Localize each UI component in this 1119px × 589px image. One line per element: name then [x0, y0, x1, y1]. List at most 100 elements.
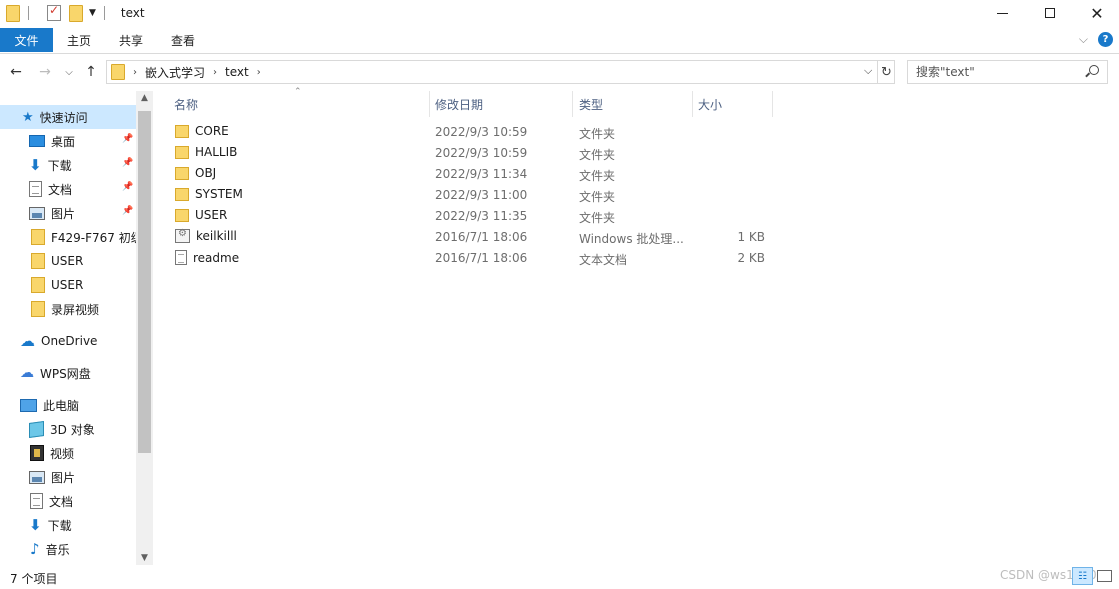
column-header-label: 类型	[579, 97, 604, 112]
maximize-button[interactable]	[1027, 0, 1073, 26]
chevron-right-icon[interactable]: ›	[133, 67, 137, 78]
address-bar[interactable]: › 嵌入式学习 › text › ⌵ ↻	[106, 60, 895, 84]
navigation-bar: ← → ⌵ ↑ › 嵌入式学习 › text › ⌵ ↻	[0, 58, 1119, 86]
text-file-icon	[175, 250, 187, 265]
sidebar-item-f429-folder[interactable]: F429-F767 初级	[0, 225, 143, 249]
new-folder-icon[interactable]	[69, 4, 83, 22]
file-modified: 2022/9/3 11:35	[435, 209, 528, 223]
column-header-label: 大小	[698, 97, 723, 112]
sidebar-item-pictures-pc[interactable]: 图片	[0, 465, 75, 489]
help-icon[interactable]: ?	[1098, 32, 1113, 47]
breadcrumb-item[interactable]: text	[225, 65, 249, 79]
sidebar-item-onedrive[interactable]: ☁ OneDrive	[0, 329, 97, 353]
sidebar-item-label: 图片	[51, 206, 76, 221]
details-view-button[interactable]: ☷	[1072, 567, 1093, 585]
folder-icon	[6, 4, 20, 22]
minimize-button[interactable]	[979, 0, 1025, 26]
sidebar-item-label: USER	[51, 278, 84, 292]
up-button[interactable]: ↑	[81, 61, 101, 83]
file-row[interactable]: USER 2022/9/3 11:35 文件夹	[164, 206, 784, 227]
sidebar-item-this-pc[interactable]: 此电脑	[0, 393, 79, 417]
picture-icon	[29, 470, 45, 484]
properties-icon[interactable]	[47, 3, 61, 21]
sidebar-item-pictures[interactable]: 图片	[0, 201, 75, 225]
sidebar-item-wps-cloud[interactable]: ☁ WPS网盘	[0, 361, 91, 385]
customize-toolbar-chevron-icon[interactable]: ▼	[89, 8, 96, 18]
scrollbar-thumb[interactable]	[138, 111, 151, 453]
search-input[interactable]	[916, 65, 1076, 79]
sidebar-item-user-folder[interactable]: USER	[0, 273, 83, 297]
file-row[interactable]: HALLIB 2022/9/3 10:59 文件夹	[164, 143, 784, 164]
tab-file[interactable]: 文件	[0, 28, 53, 52]
sidebar-item-label: 快速访问	[39, 110, 88, 125]
sidebar-item-screen-recordings[interactable]: 录屏视频	[0, 297, 99, 321]
sidebar-item-user-folder[interactable]: USER	[0, 249, 83, 273]
file-type: 文件夹	[579, 169, 616, 183]
folder-icon	[31, 229, 45, 245]
column-header-size[interactable]: 大小	[698, 91, 773, 117]
sidebar-item-label: 图片	[51, 470, 76, 485]
desktop-icon	[29, 135, 45, 147]
column-divider[interactable]	[772, 91, 773, 117]
file-row[interactable]: CORE 2022/9/3 10:59 文件夹	[164, 122, 784, 143]
large-icons-view-button[interactable]	[1097, 570, 1112, 582]
scroll-up-icon[interactable]: ▲	[136, 93, 153, 103]
folder-icon	[175, 145, 189, 159]
file-modified: 2022/9/3 11:00	[435, 188, 528, 202]
sidebar-item-videos[interactable]: 视频	[0, 441, 74, 465]
chevron-right-icon[interactable]: ›	[213, 67, 217, 78]
column-divider[interactable]	[429, 91, 430, 117]
forward-button[interactable]: →	[35, 61, 55, 83]
refresh-button[interactable]: ↻	[877, 61, 895, 83]
toolbar-divider	[28, 6, 29, 20]
toolbar-divider	[103, 6, 105, 20]
column-header-modified[interactable]: 修改日期	[435, 91, 573, 117]
close-button[interactable]: ✕	[1074, 0, 1119, 26]
recent-locations-button[interactable]: ⌵	[62, 61, 76, 83]
sidebar-item-documents[interactable]: 文档	[0, 177, 72, 201]
batch-file-icon	[175, 228, 190, 243]
sidebar-item-documents-pc[interactable]: 文档	[0, 489, 73, 513]
computer-icon	[20, 398, 37, 412]
sidebar-item-quick-access[interactable]: ★ 快速访问	[0, 105, 136, 129]
ribbon-divider	[0, 53, 1119, 54]
file-name: SYSTEM	[195, 187, 243, 201]
file-type: 文件夹	[579, 127, 616, 141]
sidebar-item-music[interactable]: ♪ 音乐	[0, 537, 70, 561]
scroll-down-icon[interactable]: ▼	[136, 553, 153, 563]
sort-ascending-icon: ⌃	[294, 87, 302, 97]
chevron-right-icon[interactable]: ›	[257, 67, 261, 78]
window-title: text	[120, 6, 145, 20]
folder-icon	[31, 277, 45, 293]
file-row[interactable]: readme 2016/7/1 18:06 文本文档 2 KB	[164, 248, 784, 269]
column-header-type[interactable]: 类型	[579, 91, 693, 117]
sidebar-item-downloads[interactable]: ⬇ 下载	[0, 153, 72, 177]
file-row[interactable]: OBJ 2022/9/3 11:34 文件夹	[164, 164, 784, 185]
video-icon	[30, 445, 44, 461]
sidebar-item-3d-objects[interactable]: 3D 对象	[0, 417, 95, 441]
column-divider[interactable]	[572, 91, 573, 117]
tab-view[interactable]: 查看	[157, 28, 209, 52]
file-row[interactable]: SYSTEM 2022/9/3 11:00 文件夹	[164, 185, 784, 206]
column-header-name[interactable]: 名称	[174, 91, 430, 117]
tab-home[interactable]: 主页	[53, 28, 105, 52]
back-button[interactable]: ←	[6, 61, 26, 83]
sidebar-scrollbar[interactable]: ▲ ▼	[136, 91, 153, 565]
file-list: 名称 ⌃ 修改日期 类型 大小 CORE 2022/9/3 10:59 文件夹 …	[164, 87, 1114, 565]
ribbon-tabs: 文件 主页 共享 查看 ⌵ ?	[0, 28, 1119, 52]
music-icon: ♪	[30, 540, 40, 558]
column-divider[interactable]	[692, 91, 693, 117]
breadcrumb-item[interactable]: 嵌入式学习	[145, 64, 205, 81]
expand-ribbon-chevron-icon[interactable]: ⌵	[1079, 32, 1088, 47]
address-history-chevron-icon[interactable]: ⌵	[864, 64, 872, 78]
folder-icon	[31, 253, 45, 269]
sidebar-item-label: 下载	[47, 518, 72, 533]
search-box[interactable]	[907, 60, 1108, 84]
picture-icon	[29, 206, 45, 220]
sidebar-item-desktop[interactable]: 桌面	[0, 129, 75, 153]
search-icon[interactable]	[1089, 65, 1099, 75]
sidebar-item-downloads-pc[interactable]: ⬇ 下载	[0, 513, 72, 537]
tab-share[interactable]: 共享	[105, 28, 157, 52]
download-icon: ⬇	[29, 516, 42, 534]
file-row[interactable]: keilkilll 2016/7/1 18:06 Windows 批处理... …	[164, 227, 784, 248]
